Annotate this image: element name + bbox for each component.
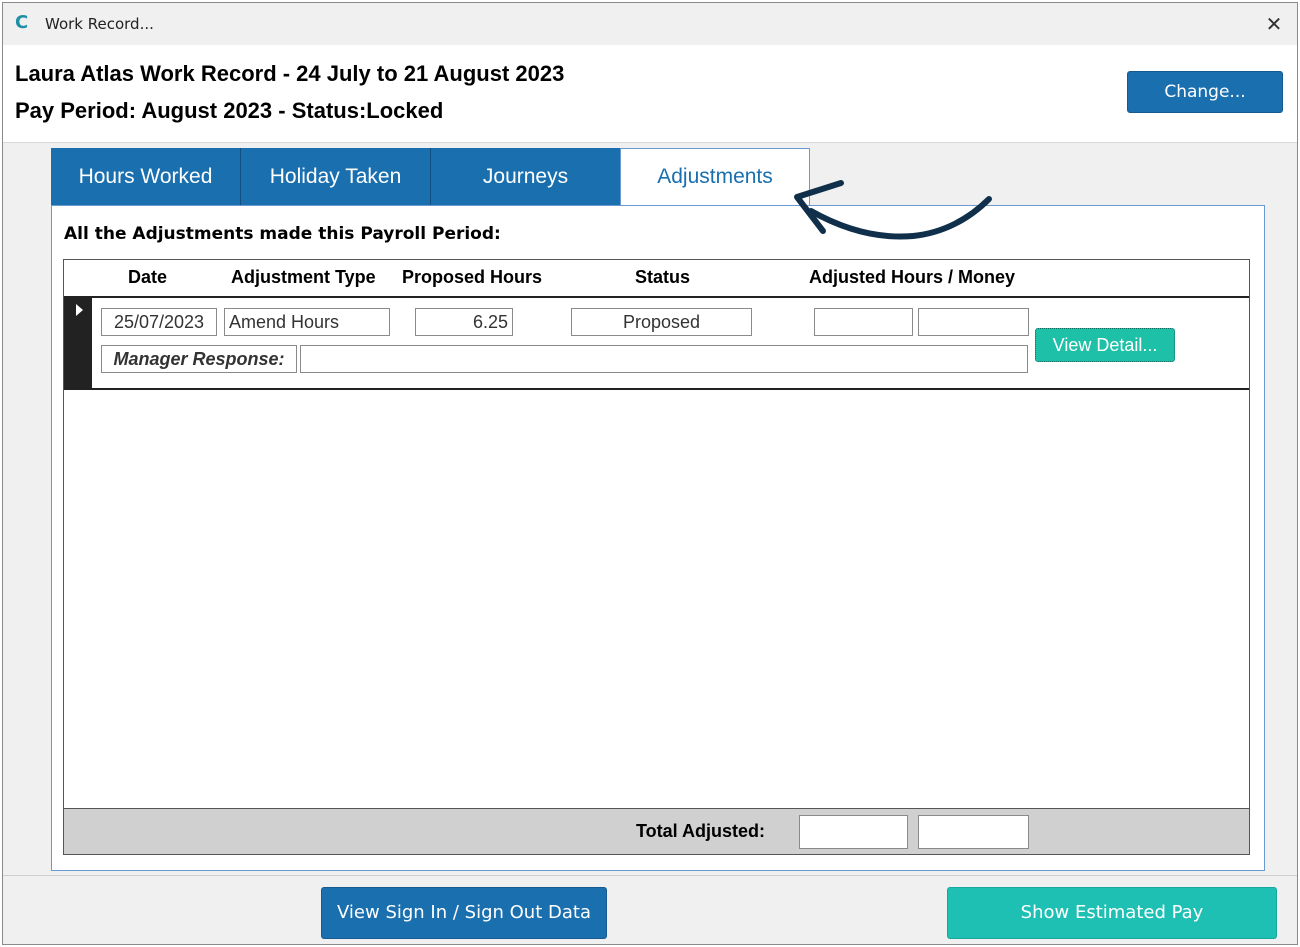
total-adjusted-money-field bbox=[918, 815, 1029, 849]
grid-header: Date Adjustment Type Proposed Hours Stat… bbox=[64, 260, 1249, 298]
change-button[interactable]: Change... bbox=[1127, 71, 1283, 113]
view-sign-in-out-data-button[interactable]: View Sign In / Sign Out Data bbox=[321, 887, 607, 939]
column-header-adjustment-type: Adjustment Type bbox=[231, 267, 376, 287]
window-title: Work Record... bbox=[45, 15, 154, 33]
current-row-arrow-icon bbox=[76, 304, 83, 316]
total-adjusted-hours-field bbox=[799, 815, 908, 849]
record-header: Laura Atlas Work Record - 24 July to 21 … bbox=[3, 45, 1297, 143]
adjusted-money-field[interactable] bbox=[918, 308, 1029, 336]
title-bar: C Work Record... ✕ bbox=[3, 3, 1297, 45]
tab-adjustments[interactable]: Adjustments bbox=[620, 148, 810, 206]
footer-bar: View Sign In / Sign Out Data Show Estima… bbox=[3, 875, 1297, 944]
column-header-proposed-hours: Proposed Hours bbox=[402, 267, 543, 287]
proposed-hours-field[interactable]: 6.25 bbox=[415, 308, 513, 336]
column-header-date: Date bbox=[128, 267, 168, 287]
grid-footer: Total Adjusted: bbox=[64, 808, 1249, 854]
row-selector[interactable] bbox=[64, 298, 92, 388]
adjusted-hours-field[interactable] bbox=[814, 308, 913, 336]
show-estimated-pay-button[interactable]: Show Estimated Pay bbox=[947, 887, 1277, 939]
tab-hours-worked[interactable]: Hours Worked bbox=[51, 148, 241, 206]
manager-response-field[interactable] bbox=[300, 345, 1028, 373]
date-field[interactable]: 25/07/2023 bbox=[101, 308, 217, 336]
status-field[interactable]: Proposed bbox=[571, 308, 752, 336]
app-logo-icon: C bbox=[15, 12, 29, 33]
adjustment-type-field[interactable]: Amend Hours bbox=[224, 308, 390, 336]
pay-period-status: Pay Period: August 2023 - Status:Locked bbox=[15, 98, 444, 123]
record-title: Laura Atlas Work Record - 24 July to 21 … bbox=[15, 61, 565, 86]
view-detail-button[interactable]: View Detail... bbox=[1035, 328, 1175, 362]
tab-holiday-taken[interactable]: Holiday Taken bbox=[241, 148, 431, 206]
table-row[interactable]: 25/07/2023 Amend Hours 6.25 Proposed Man… bbox=[64, 298, 1249, 390]
adjustments-grid: Date Adjustment Type Proposed Hours Stat… bbox=[63, 259, 1250, 855]
annotation-arrow-icon bbox=[794, 180, 992, 240]
manager-response-label: Manager Response: bbox=[101, 345, 297, 373]
panel-caption: All the Adjustments made this Payroll Pe… bbox=[64, 224, 501, 244]
tab-journeys[interactable]: Journeys bbox=[431, 148, 621, 206]
column-header-adjusted-hours-money: Adjusted Hours / Money bbox=[809, 267, 1016, 287]
work-record-window: C Work Record... ✕ Laura Atlas Work Reco… bbox=[2, 2, 1298, 945]
total-adjusted-label: Total Adjusted: bbox=[636, 821, 765, 841]
column-header-status: Status bbox=[635, 267, 691, 287]
adjustments-panel: All the Adjustments made this Payroll Pe… bbox=[51, 205, 1265, 871]
close-icon[interactable]: ✕ bbox=[1259, 9, 1289, 39]
